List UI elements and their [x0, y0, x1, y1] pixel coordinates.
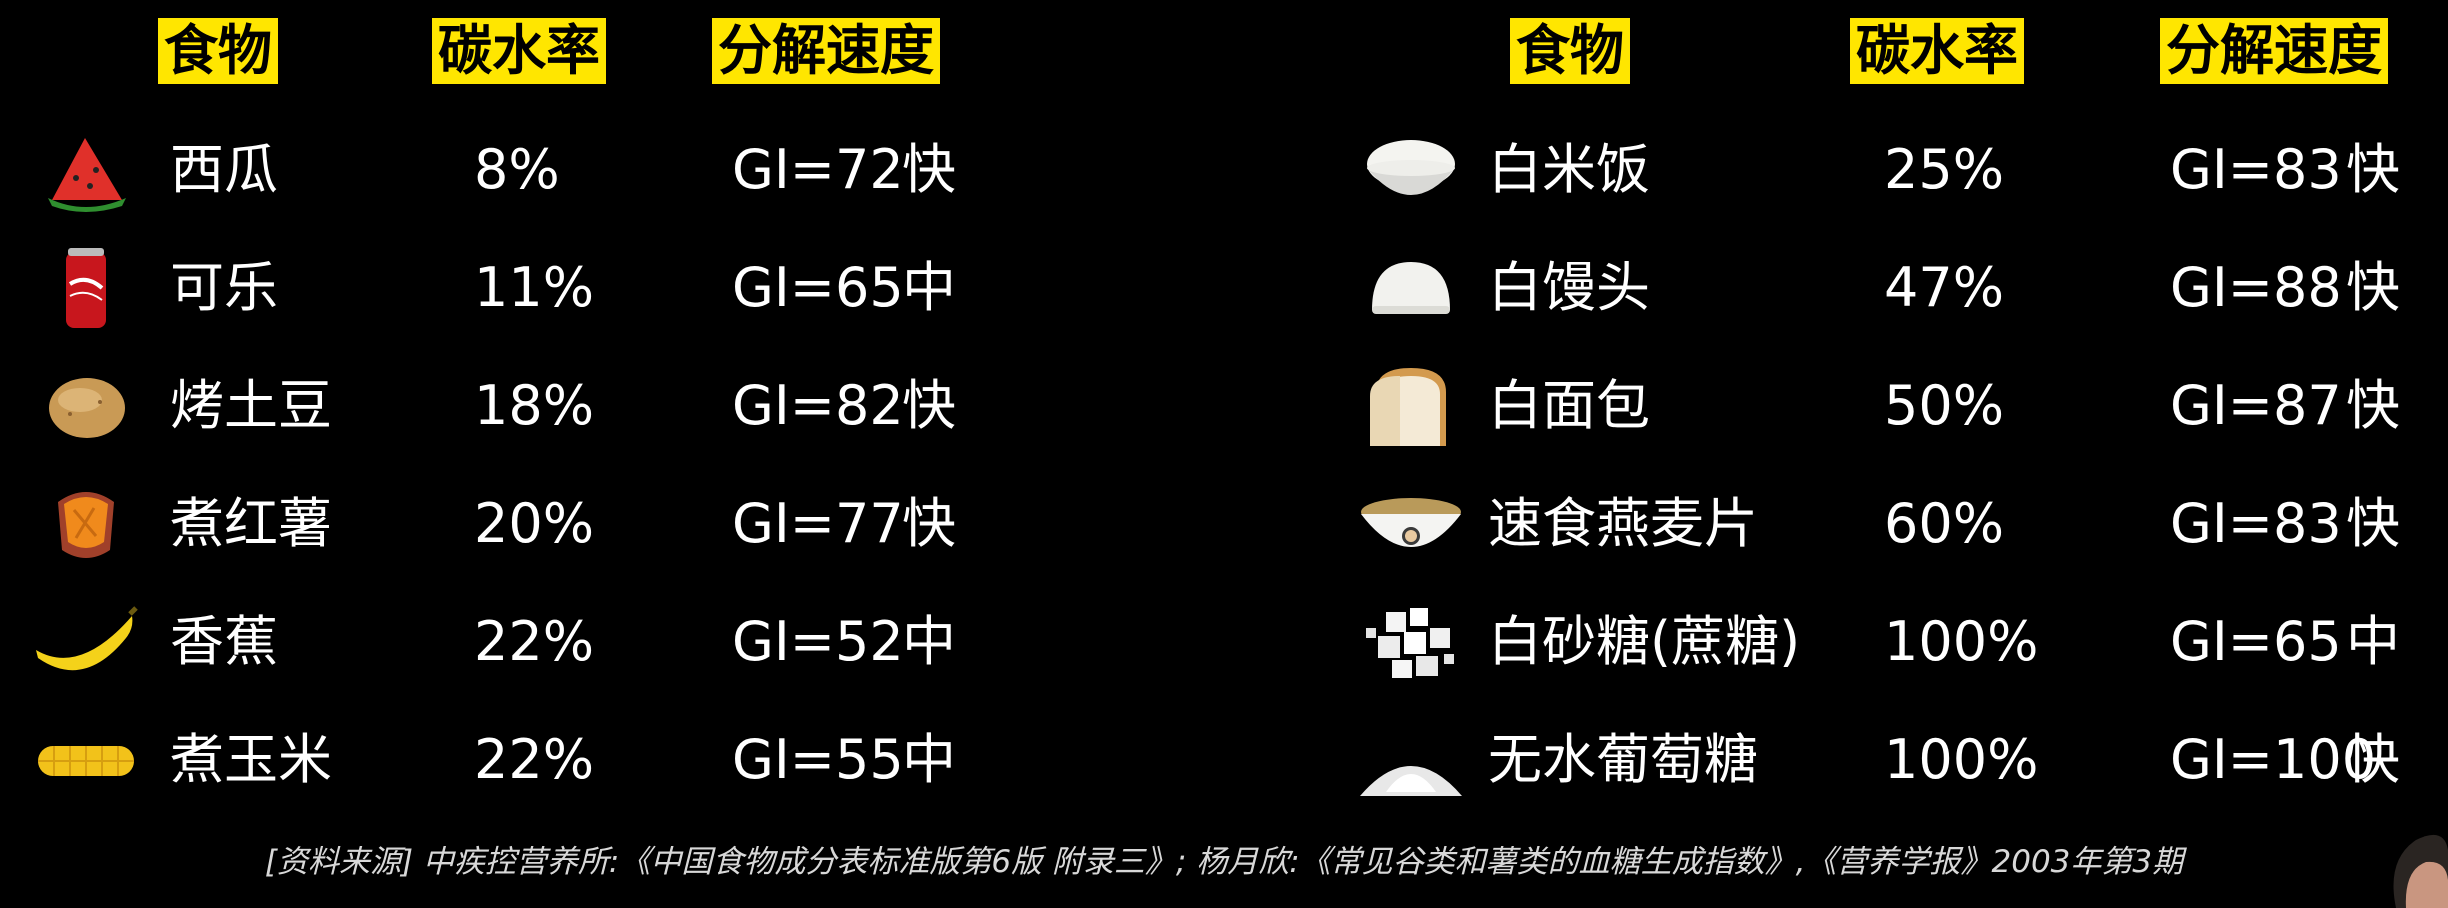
food-name: 速食燕麦片: [1488, 492, 1758, 555]
gi-value: GI=83: [2170, 138, 2342, 201]
header-food: 食物: [158, 18, 278, 84]
oatmeal-bowl-icon: [1361, 498, 1461, 547]
gi-value: GI=65: [732, 256, 904, 319]
glucose-powder-icon: [1360, 766, 1462, 796]
speed-label: 快: [902, 492, 956, 555]
gi-value: GI=65: [2170, 610, 2342, 673]
baked-potato-icon: [49, 378, 125, 438]
sweet-potato-icon: [58, 492, 114, 558]
presenter-silhouette-icon: [2393, 834, 2448, 908]
carb-rate: 22%: [474, 728, 595, 791]
gi-value: GI=87: [2170, 374, 2342, 437]
speed-label: 快: [2346, 256, 2400, 319]
speed-label: 快: [2346, 728, 2400, 791]
carb-rate: 100%: [1884, 728, 2039, 791]
food-name: 可乐: [170, 256, 278, 319]
table-row: 白馒头 47% GI=88 快: [1340, 238, 2448, 338]
header-food: 食物: [1510, 18, 1630, 84]
speed-label: 快: [902, 138, 956, 201]
steamed-bun-icon: [1372, 262, 1450, 314]
speed-label: 快: [2346, 138, 2400, 201]
carb-rate: 47%: [1884, 256, 2005, 319]
table-row: 煮玉米 22% GI=55 中: [0, 710, 1100, 810]
food-name: 白米饭: [1488, 138, 1650, 201]
speed-label: 中: [2346, 610, 2400, 673]
food-name: 无水葡萄糖: [1488, 728, 1758, 791]
gi-value: GI=77: [732, 492, 904, 555]
corn-icon: [38, 746, 134, 776]
source-citation: [资料来源] 中疾控营养所:《中国食物成分表标准版第6版 附录三》; 杨月欣:《…: [264, 844, 2184, 880]
food-name: 白馒头: [1488, 256, 1650, 319]
header-speed: 分解速度: [712, 18, 940, 84]
table-row: 香蕉 22% GI=52 中: [0, 592, 1100, 692]
table-row: 烤土豆 18% GI=82 快: [0, 356, 1100, 456]
white-bread-icon: [1370, 368, 1446, 446]
carb-rate: 100%: [1884, 610, 2039, 673]
header-speed: 分解速度: [2160, 18, 2388, 84]
food-name: 香蕉: [170, 610, 278, 673]
gi-value: GI=55: [732, 728, 904, 791]
table-row: 西瓜 8% GI=72 快: [0, 120, 1100, 220]
carb-rate: 25%: [1884, 138, 2005, 201]
table-row: 速食燕麦片 60% GI=83 快: [1340, 474, 2448, 574]
speed-label: 中: [902, 610, 956, 673]
food-name: 煮玉米: [170, 728, 332, 791]
right-table: 食物 碳水率 分解速度 白米饭 25% GI=83 快 白馒头 47% GI=8…: [1340, 0, 2448, 840]
header-carb: 碳水率: [432, 18, 606, 84]
left-table: 食物 碳水率 分解速度 西瓜 8% GI=72 快 可乐 11% GI=65 中…: [0, 0, 1100, 840]
speed-label: 中: [902, 728, 956, 791]
gi-value: GI=83: [2170, 492, 2342, 555]
speed-label: 快: [2346, 374, 2400, 437]
banana-icon: [36, 606, 138, 671]
speed-label: 快: [902, 374, 956, 437]
carb-rate: 11%: [474, 256, 595, 319]
food-name: 白面包: [1488, 374, 1650, 437]
table-row: 白面包 50% GI=87 快: [1340, 356, 2448, 456]
cola-can-icon: [66, 248, 106, 328]
carb-rate: 8%: [474, 138, 560, 201]
food-name: 西瓜: [170, 138, 278, 201]
header-carb: 碳水率: [1850, 18, 2024, 84]
table-row: 煮红薯 20% GI=77 快: [0, 474, 1100, 574]
carb-rate: 20%: [474, 492, 595, 555]
food-name: 煮红薯: [170, 492, 332, 555]
gi-value: GI=52: [732, 610, 904, 673]
carb-rate: 18%: [474, 374, 595, 437]
table-row: 白砂糖(蔗糖) 100% GI=65 中: [1340, 592, 2448, 692]
sugar-cubes-icon: [1366, 608, 1454, 678]
speed-label: 中: [902, 256, 956, 319]
carb-rate: 22%: [474, 610, 595, 673]
table-row: 白米饭 25% GI=83 快: [1340, 120, 2448, 220]
rice-bowl-icon: [1367, 140, 1455, 195]
food-name: 白砂糖(蔗糖): [1488, 610, 1801, 673]
table-row: 无水葡萄糖 100% GI=100 快: [1340, 710, 2448, 810]
gi-value: GI=88: [2170, 256, 2342, 319]
gi-value: GI=72: [732, 138, 904, 201]
watermelon-icon: [48, 138, 126, 212]
carb-rate: 60%: [1884, 492, 2005, 555]
gi-value: GI=82: [732, 374, 904, 437]
speed-label: 快: [2346, 492, 2400, 555]
table-row: 可乐 11% GI=65 中: [0, 238, 1100, 338]
carb-rate: 50%: [1884, 374, 2005, 437]
food-name: 烤土豆: [170, 374, 332, 437]
